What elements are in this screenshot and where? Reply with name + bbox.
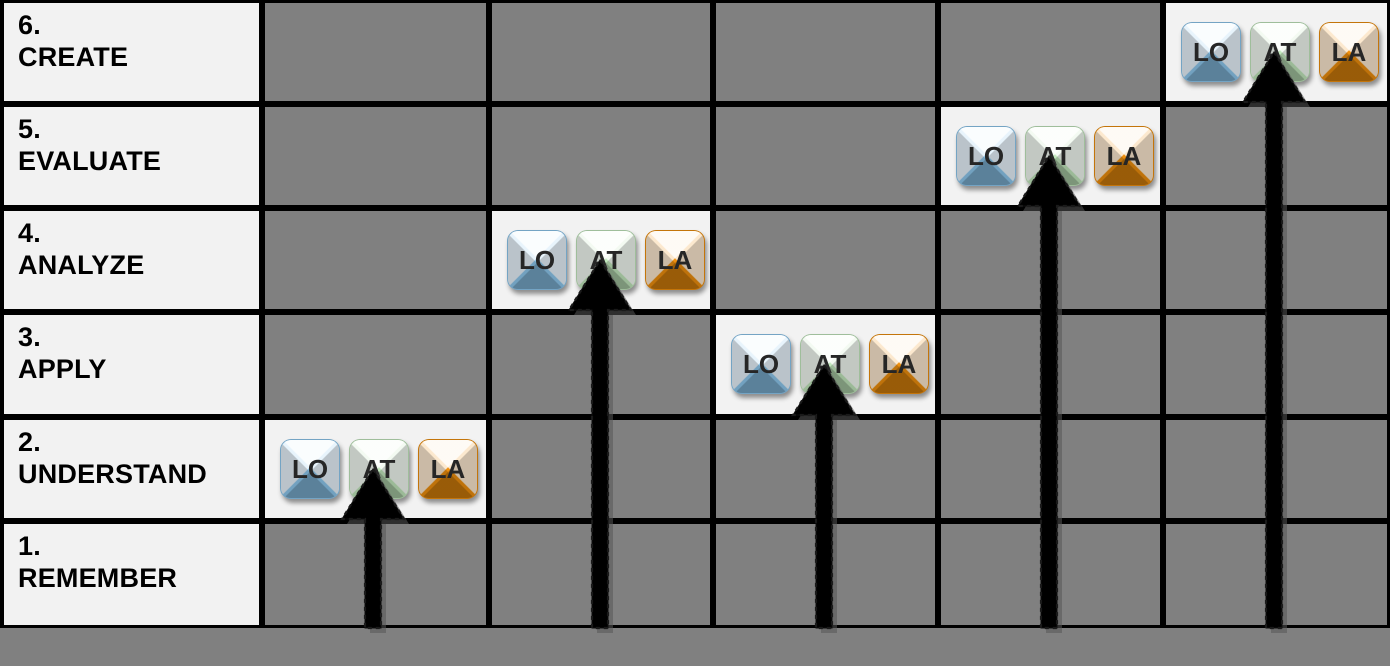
progress-arrow-column-2	[562, 257, 638, 636]
level-number: 6.	[18, 10, 41, 40]
level-label-cell: 4. ANALYZE	[0, 208, 262, 312]
matrix-grid: 6. CREATE LO AT LA 5. EVALUATE LO AT LA 4. ANALYZE L…	[0, 0, 1390, 628]
level-label-cell: 3. APPLY	[0, 312, 262, 417]
level-word: APPLY	[18, 353, 107, 384]
level-label-cell: 2. UNDERSTAND	[0, 417, 262, 521]
chip-lo: LO	[507, 230, 567, 290]
matrix-cell-empty	[713, 104, 938, 208]
chip-la-label: LA	[881, 348, 917, 379]
chip-la-label: LA	[1106, 140, 1142, 171]
chip-lo: LO	[1181, 22, 1241, 82]
level-word: UNDERSTAND	[18, 458, 207, 489]
matrix-cell-empty	[262, 312, 489, 417]
progress-arrow-column-3	[786, 362, 862, 636]
chip-lo-label: LO	[967, 140, 1005, 171]
level-label-cell: 5. EVALUATE	[0, 104, 262, 208]
level-number: 2.	[18, 427, 41, 457]
chip-la-label: LA	[1331, 36, 1367, 67]
level-word: CREATE	[18, 41, 129, 72]
matrix-cell-empty	[938, 0, 1163, 104]
level-label-cell: 6. CREATE	[0, 0, 262, 104]
chip-la-label: LA	[657, 244, 693, 275]
chip-lo-label: LO	[518, 244, 556, 275]
level-label: 2. UNDERSTAND	[18, 427, 255, 491]
chip-lo: LO	[280, 439, 340, 499]
level-label: 4. ANALYZE	[18, 218, 255, 282]
chip-la: LA	[418, 439, 478, 499]
chip-lo-label: LO	[742, 348, 780, 379]
chip-lo: LO	[956, 126, 1016, 186]
chip-la: LA	[869, 334, 929, 394]
chip-la: LA	[1094, 126, 1154, 186]
level-label: 6. CREATE	[18, 10, 255, 74]
level-label: 5. EVALUATE	[18, 114, 255, 178]
matrix-cell-empty	[713, 0, 938, 104]
bottom-strip	[0, 628, 1390, 666]
chip-la: LA	[1319, 22, 1379, 82]
level-number: 3.	[18, 322, 41, 352]
matrix-cell-empty	[489, 0, 713, 104]
matrix-cell-empty	[262, 104, 489, 208]
taxonomy-matrix-figure: 6. CREATE LO AT LA 5. EVALUATE LO AT LA 4. ANALYZE L…	[0, 0, 1390, 666]
matrix-cell-empty	[713, 208, 938, 312]
progress-arrow-column-1	[335, 466, 411, 636]
chip-la-label: LA	[430, 453, 466, 484]
matrix-cell-empty	[262, 208, 489, 312]
matrix-cell-empty	[489, 104, 713, 208]
matrix-cell-empty	[262, 0, 489, 104]
level-label-cell: 1. REMEMBER	[0, 521, 262, 628]
level-word: EVALUATE	[18, 145, 162, 176]
chip-lo-label: LO	[1192, 36, 1230, 67]
chip-lo-label: LO	[291, 453, 329, 484]
level-word: REMEMBER	[18, 562, 178, 593]
progress-arrow-column-5	[1236, 49, 1312, 636]
progress-arrow-column-4	[1011, 153, 1087, 636]
chip-lo: LO	[731, 334, 791, 394]
chip-la: LA	[645, 230, 705, 290]
level-label: 3. APPLY	[18, 322, 255, 386]
level-word: ANALYZE	[18, 249, 145, 280]
level-label: 1. REMEMBER	[18, 531, 255, 595]
level-number: 1.	[18, 531, 41, 561]
level-number: 4.	[18, 218, 41, 248]
level-number: 5.	[18, 114, 41, 144]
